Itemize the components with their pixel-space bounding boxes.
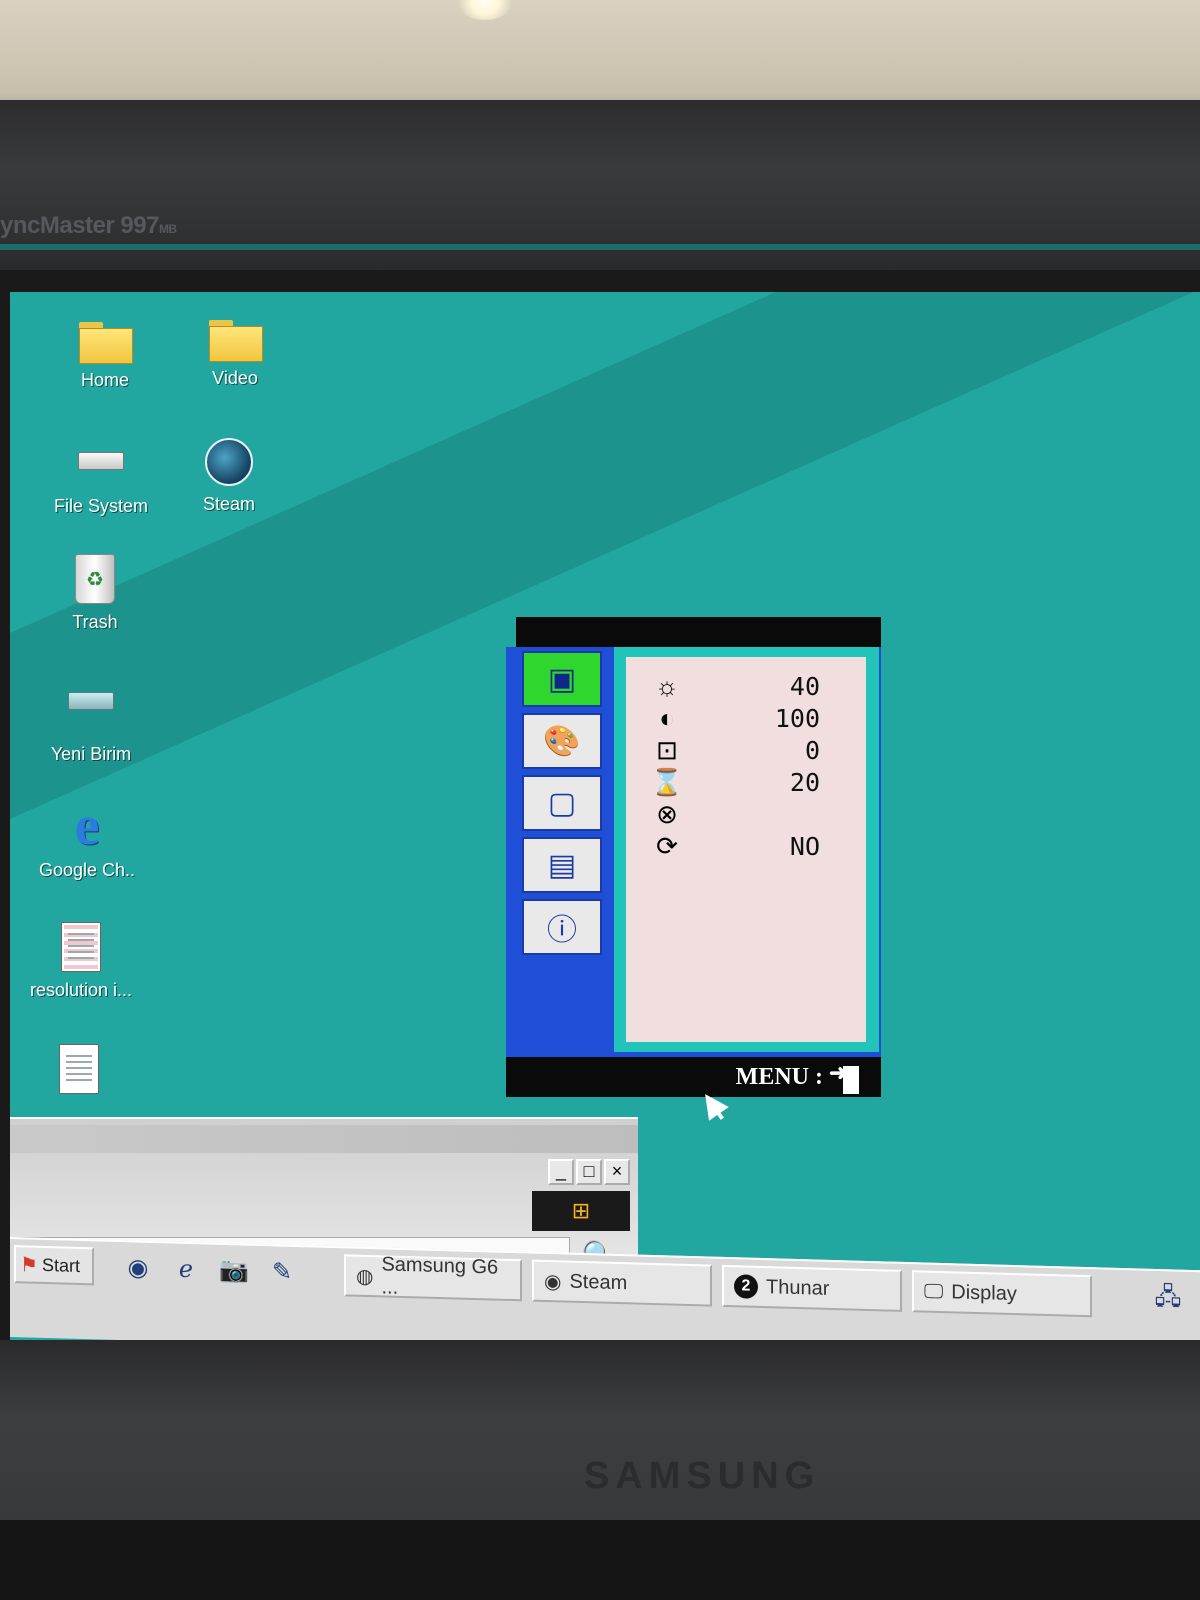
osd-tab-information[interactable]: ⓘ	[522, 899, 602, 955]
brightness-value: 40	[789, 671, 820, 701]
task-samsung-g6[interactable]: ◍ Samsung G6 ...	[344, 1253, 522, 1302]
brightness-icon: ☼	[655, 670, 679, 701]
monitor-osd-menu: ▣ 🎨 ▢ ▤ ⓘ ☼ 40 ◐ 100 ⊡ 0 ⌛ 20 ⊗ ⟳ NO MEN…	[506, 617, 881, 1102]
monitor-bezel-strip	[0, 244, 1200, 250]
windows-flag-icon: ⚑	[20, 1253, 38, 1277]
osd-row-moire-v[interactable]: ⌛ 20	[650, 767, 860, 797]
network-tray-icon[interactable]: 🖧	[1150, 1279, 1186, 1316]
internet-explorer-icon: e	[74, 795, 100, 857]
contrast-icon: ◐	[659, 702, 675, 733]
desk-surface	[0, 1520, 1200, 1600]
display-icon: 🖵	[924, 1280, 944, 1303]
desktop-icon-home[interactable]: Home	[50, 322, 160, 391]
trash-icon	[75, 554, 115, 604]
home-folder-icon	[79, 322, 133, 364]
desktop-icon-yeni-birim[interactable]: Yeni Birim	[36, 692, 146, 765]
recall-value: NO	[789, 831, 820, 861]
moire-horizontal-value: 0	[804, 735, 820, 765]
osd-tab-color[interactable]: 🎨	[522, 713, 602, 769]
minimize-button[interactable]: _	[548, 1159, 574, 1185]
steam-icon: ◉	[544, 1270, 562, 1293]
start-button[interactable]: ⚑ Start	[14, 1245, 94, 1286]
osd-row-contrast[interactable]: ◐ 100	[650, 703, 860, 733]
drive-icon	[78, 452, 124, 470]
desktop-icon-google-chrome[interactable]: e Google Ch..	[32, 795, 142, 881]
desktop-icon-steam[interactable]: Steam	[174, 438, 284, 515]
moire-vertical-value: 20	[789, 767, 820, 797]
quicklaunch-editor-icon[interactable]: ✎	[264, 1254, 300, 1291]
task-display[interactable]: 🖵 Display	[912, 1270, 1092, 1318]
text-document-icon	[61, 922, 101, 972]
osd-tab-setup[interactable]: ▤	[522, 837, 602, 893]
moire-vertical-icon: ⌛	[650, 766, 684, 797]
desktop-icon-label: Video	[212, 368, 258, 388]
contrast-value: 100	[774, 703, 820, 733]
osd-tab-geometry[interactable]: ▢	[522, 775, 602, 831]
close-button[interactable]: ×	[604, 1159, 630, 1185]
folder-icon	[209, 320, 263, 362]
desktop-icon-video[interactable]: Video	[180, 320, 290, 389]
desktop-screen: Home Video File System Steam Trash Yeni …	[10, 292, 1200, 1347]
taskbar: ⚑ Start ◉ ℯ 📷 ✎ ◍ Samsung G6 ... ◉ Steam…	[10, 1237, 1200, 1347]
maximize-button[interactable]: □	[576, 1159, 602, 1185]
monitor-model-label: yncMaster 997MB	[0, 212, 177, 239]
degauss-icon: ⊗	[656, 798, 678, 829]
desktop-icon-label: Google Ch..	[38, 860, 136, 880]
moire-horizontal-icon: ⊡	[656, 734, 678, 765]
task-label: Thunar	[766, 1275, 830, 1300]
ceiling-light	[455, 0, 515, 20]
desktop-icon-label: Steam	[202, 494, 256, 514]
start-label: Start	[41, 1254, 80, 1276]
desktop-icon-label: Trash	[72, 612, 118, 632]
window-controls: _ □ ×	[548, 1159, 630, 1185]
osd-tab-picture[interactable]: ▣	[522, 651, 602, 707]
window-count-badge: 2	[734, 1274, 758, 1299]
osd-row-recall[interactable]: ⟳ NO	[650, 831, 860, 861]
desktop-icon-label: File System	[53, 496, 149, 516]
quicklaunch-steam-icon[interactable]: ◉	[120, 1250, 156, 1287]
osd-footer: MENU :	[506, 1057, 881, 1097]
recall-icon: ⟳	[656, 830, 678, 861]
monitor-brand-logo: SAMSUNG	[584, 1455, 821, 1497]
task-label: Steam	[569, 1270, 628, 1294]
chrome-icon: ◍	[356, 1265, 374, 1288]
desktop-icon-file-system[interactable]: File System	[46, 452, 156, 517]
osd-title-bar	[516, 617, 881, 647]
quicklaunch-camera-icon[interactable]: 📷	[216, 1253, 252, 1290]
exit-icon	[829, 1060, 859, 1094]
osd-row-degauss[interactable]: ⊗	[650, 799, 860, 829]
task-label: Samsung G6 ...	[381, 1253, 499, 1299]
osd-settings-panel: ☼ 40 ◐ 100 ⊡ 0 ⌛ 20 ⊗ ⟳ NO	[614, 647, 879, 1052]
removable-drive-icon	[68, 692, 114, 710]
osd-tab-column: ▣ 🎨 ▢ ▤ ⓘ	[516, 647, 606, 1057]
quicklaunch-browser-icon[interactable]: ℯ	[168, 1251, 204, 1288]
osd-menu-label: MENU :	[735, 1063, 823, 1090]
desktop-icon-label: resolution i...	[29, 980, 133, 1000]
desktop-icon-trash[interactable]: Trash	[40, 554, 150, 633]
window-title-bar[interactable]	[10, 1125, 638, 1153]
task-label: Display	[951, 1280, 1017, 1305]
desktop-icon-resolution[interactable]: resolution i...	[26, 922, 136, 1001]
osd-row-brightness[interactable]: ☼ 40	[650, 671, 860, 701]
task-thunar[interactable]: 2 Thunar	[722, 1264, 902, 1312]
osd-settings-list: ☼ 40 ◐ 100 ⊡ 0 ⌛ 20 ⊗ ⟳ NO	[626, 657, 866, 1042]
steam-icon	[205, 438, 253, 486]
desktop-icon-label: Yeni Birim	[50, 744, 132, 764]
desktop-icon-document[interactable]	[24, 1044, 134, 1094]
windows-logo-icon: ⊞	[532, 1191, 630, 1231]
task-steam[interactable]: ◉ Steam	[532, 1259, 712, 1307]
osd-row-moire-h[interactable]: ⊡ 0	[650, 735, 860, 765]
text-document-icon	[59, 1044, 99, 1094]
desktop-icon-label: Home	[80, 370, 129, 390]
